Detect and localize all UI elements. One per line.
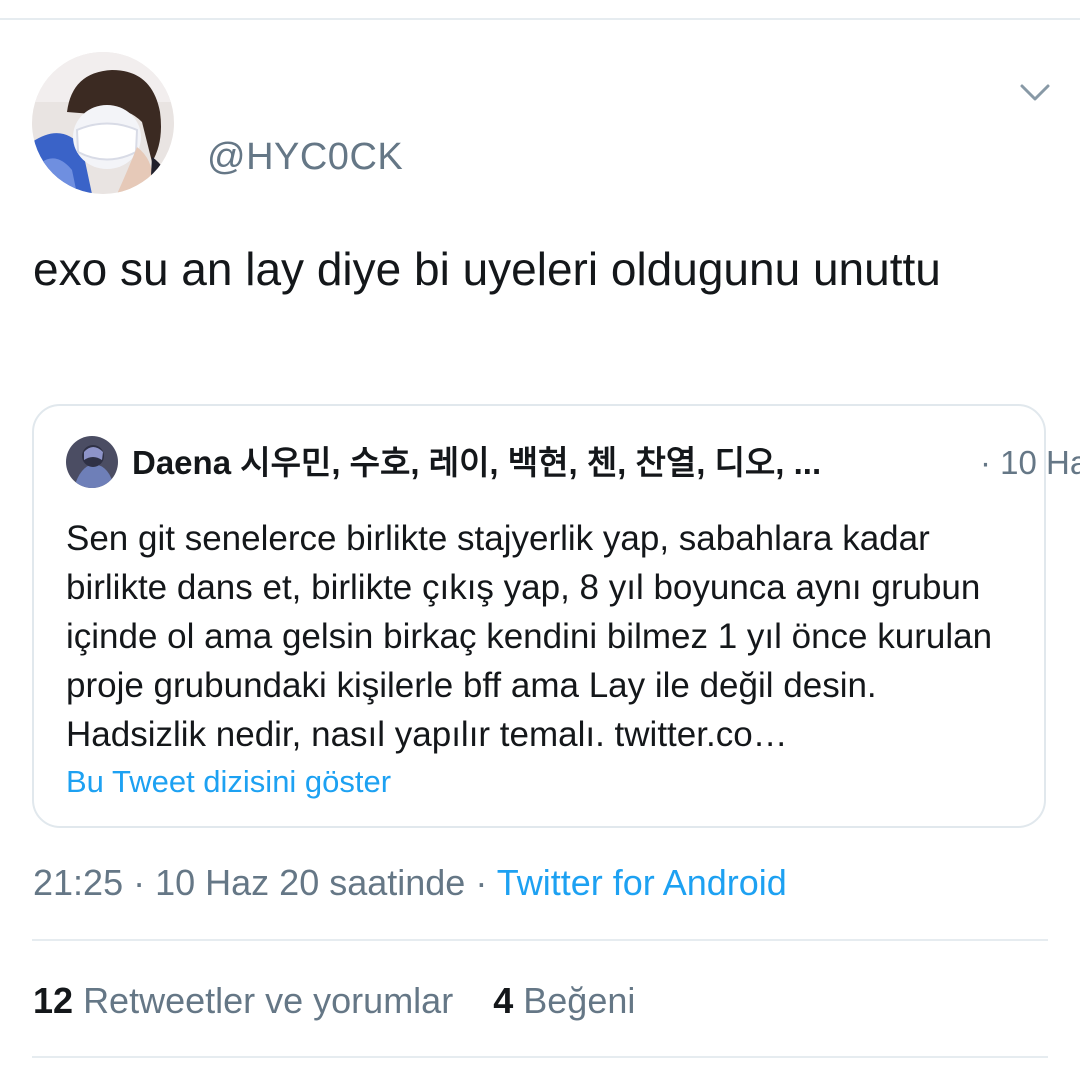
author-handle[interactable]: @HYC0CK (207, 136, 403, 179)
divider (32, 1056, 1048, 1058)
author-avatar[interactable] (32, 52, 174, 194)
quoted-tweet-header: Daena 시우민, 수호, 레이, 백현, 첸, 찬열, 디오, ... · … (132, 442, 1080, 484)
tweet-date: · 10 Haz 20 saatinde (133, 862, 466, 903)
retweets-stat[interactable]: 12 Retweetler ve yorumlar (33, 980, 463, 1021)
likes-count: 4 (493, 980, 514, 1021)
quoted-author-name[interactable]: Daena (132, 444, 231, 481)
quoted-tweet-text: Sen git senelerce birlikte stajyerlik ya… (66, 519, 993, 754)
quoted-tweet-card[interactable]: Daena 시우민, 수호, 레이, 백현, 첸, 찬열, 디오, ... · … (32, 404, 1080, 828)
meta-separator: · (475, 862, 488, 903)
tweet-meta: 21:25 · 10 Haz 20 saatinde · Twitter for… (33, 862, 787, 904)
top-divider (0, 18, 1080, 20)
quoted-author-avatar[interactable] (66, 436, 118, 488)
quoted-tweet-date: · 10 Haz (980, 444, 1080, 481)
likes-stat[interactable]: 4 Beğeni (493, 980, 635, 1021)
retweets-count: 12 (33, 980, 74, 1021)
tweet-text: exo su an lay diye bi uyeleri oldugunu u… (33, 243, 941, 295)
show-thread-link[interactable]: Bu Tweet dizisini göster (66, 764, 391, 800)
likes-label: Beğeni (523, 980, 636, 1021)
quoted-author-name-suffix: 시우민, 수호, 레이, 백현, 첸, 찬열, 디오, ... (240, 444, 822, 481)
tweet-time: 21:25 (33, 862, 124, 903)
divider (32, 939, 1048, 941)
retweets-label: Retweetler ve yorumlar (83, 980, 454, 1021)
tweet-source-link[interactable]: Twitter for Android (497, 862, 787, 903)
tweet-stats: 12 Retweetler ve yorumlar 4 Beğeni (33, 980, 635, 1022)
chevron-down-icon[interactable] (1016, 78, 1054, 108)
